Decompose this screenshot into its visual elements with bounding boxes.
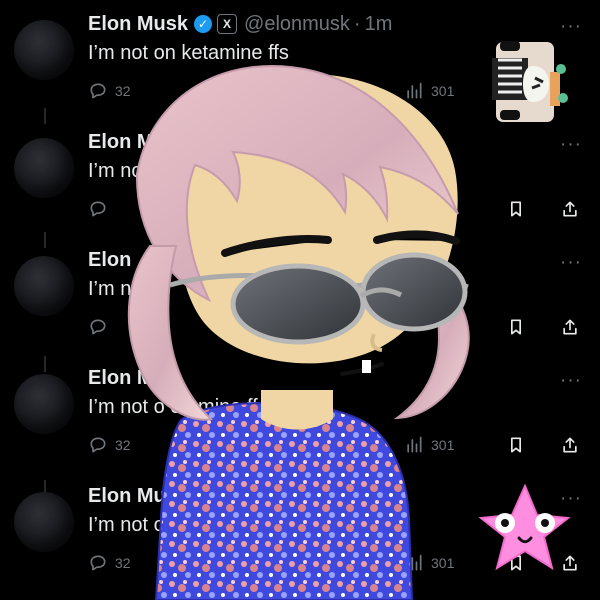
reply-icon <box>88 553 108 573</box>
avatar[interactable] <box>14 138 74 198</box>
views-count: 301 <box>431 555 455 571</box>
bookmark-button[interactable] <box>504 315 528 339</box>
more-icon[interactable]: ··· <box>560 488 582 510</box>
reply-button[interactable] <box>88 315 108 339</box>
bookmark-icon <box>506 435 526 455</box>
reply-button[interactable]: 32 <box>88 79 131 103</box>
avatar[interactable] <box>14 374 74 434</box>
tweet-card[interactable]: Elon ··· I’m not <box>0 236 600 354</box>
tweet-actions: 32 301 <box>88 79 588 103</box>
author-name[interactable]: Elon Musk <box>88 485 188 508</box>
bookmark-icon <box>506 317 526 337</box>
reply-count: 32 <box>115 555 131 571</box>
tweet-actions <box>88 197 588 221</box>
author-name[interactable]: Elon <box>88 249 131 272</box>
retweet-button[interactable] <box>192 551 212 575</box>
share-button[interactable] <box>558 197 582 221</box>
tweet-actions: 32 301 <box>88 551 588 575</box>
share-button[interactable] <box>558 551 582 575</box>
retweet-button[interactable] <box>192 433 212 457</box>
avatar[interactable] <box>14 256 74 316</box>
more-icon[interactable]: ··· <box>560 370 582 392</box>
tweet-header: Elon <box>88 246 131 274</box>
tweet-text: I’m not o etamine ff <box>88 396 258 418</box>
author-name[interactable]: Elon Mu <box>88 131 166 154</box>
reply-count: 32 <box>115 83 131 99</box>
share-icon <box>560 435 580 455</box>
more-icon[interactable]: ··· <box>560 16 582 38</box>
share-button[interactable] <box>558 433 582 457</box>
views-count: 301 <box>431 83 455 99</box>
more-icon[interactable]: ··· <box>560 134 582 156</box>
more-icon[interactable]: ··· <box>560 252 582 274</box>
x-timeline-screenshot: Elon Musk ✓ X @elonmusk · 1m ··· I’m not… <box>0 0 600 600</box>
views-button[interactable]: 301 <box>404 79 454 103</box>
bookmark-button[interactable] <box>504 433 528 457</box>
views-icon <box>404 553 424 573</box>
views-icon <box>404 81 424 101</box>
tweet-text: I’m not on ketamine ffs <box>88 42 289 64</box>
time-separator: · <box>353 12 361 35</box>
retweet-icon <box>192 435 212 455</box>
avatar[interactable] <box>14 492 74 552</box>
reply-count: 32 <box>115 437 131 453</box>
bookmark-button[interactable] <box>504 551 528 575</box>
tweet-card[interactable]: Elon Musk ··· I’m not on 32 301 <box>0 472 600 590</box>
tweet-card[interactable]: Elon Musk ✓ X @elonmusk · 1m ··· I’m not… <box>0 0 600 118</box>
avatar[interactable] <box>14 20 74 80</box>
tweet-text: I’m no <box>88 160 143 182</box>
views-icon <box>404 435 424 455</box>
tweet-text: I’m not <box>88 278 149 300</box>
tweet-card[interactable]: Elon Mu ··· I’m no <box>0 118 600 236</box>
verified-check-icon: ✓ <box>194 15 213 33</box>
tweet-actions: 32 301 <box>88 433 588 457</box>
reply-button[interactable]: 32 <box>88 433 131 457</box>
share-button[interactable] <box>558 315 582 339</box>
tweet-header: Elon Mu <box>88 128 166 156</box>
reply-icon <box>88 317 108 337</box>
reply-icon <box>88 435 108 455</box>
bookmark-icon <box>506 199 526 219</box>
share-icon <box>560 317 580 337</box>
author-name[interactable]: Elon Musk <box>88 13 188 36</box>
views-count: 301 <box>431 437 455 453</box>
author-handle[interactable]: @elonmusk <box>244 13 350 36</box>
share-icon <box>560 199 580 219</box>
tweet-card[interactable]: Elon M ··· I’m not o etamine ff 32 301 <box>0 354 600 472</box>
bookmark-icon <box>506 553 526 573</box>
author-name[interactable]: Elon M <box>88 367 154 390</box>
reply-icon <box>88 81 108 101</box>
tweet-text: I’m not on <box>88 514 176 536</box>
bookmark-button[interactable] <box>504 197 528 221</box>
views-button[interactable]: 301 <box>404 433 454 457</box>
reply-icon <box>88 199 108 219</box>
tweet-actions <box>88 315 588 339</box>
x-logo-icon: X <box>217 14 238 34</box>
reply-button[interactable]: 32 <box>88 551 131 575</box>
tweet-header: Elon Musk <box>88 482 188 510</box>
views-button[interactable]: 301 <box>404 551 454 575</box>
tweet-time[interactable]: 1m <box>365 13 393 36</box>
retweet-icon <box>192 553 212 573</box>
tweet-header: Elon M <box>88 364 154 392</box>
tweet-header: Elon Musk ✓ X @elonmusk · 1m <box>88 10 392 38</box>
share-icon <box>560 553 580 573</box>
reply-button[interactable] <box>88 197 108 221</box>
